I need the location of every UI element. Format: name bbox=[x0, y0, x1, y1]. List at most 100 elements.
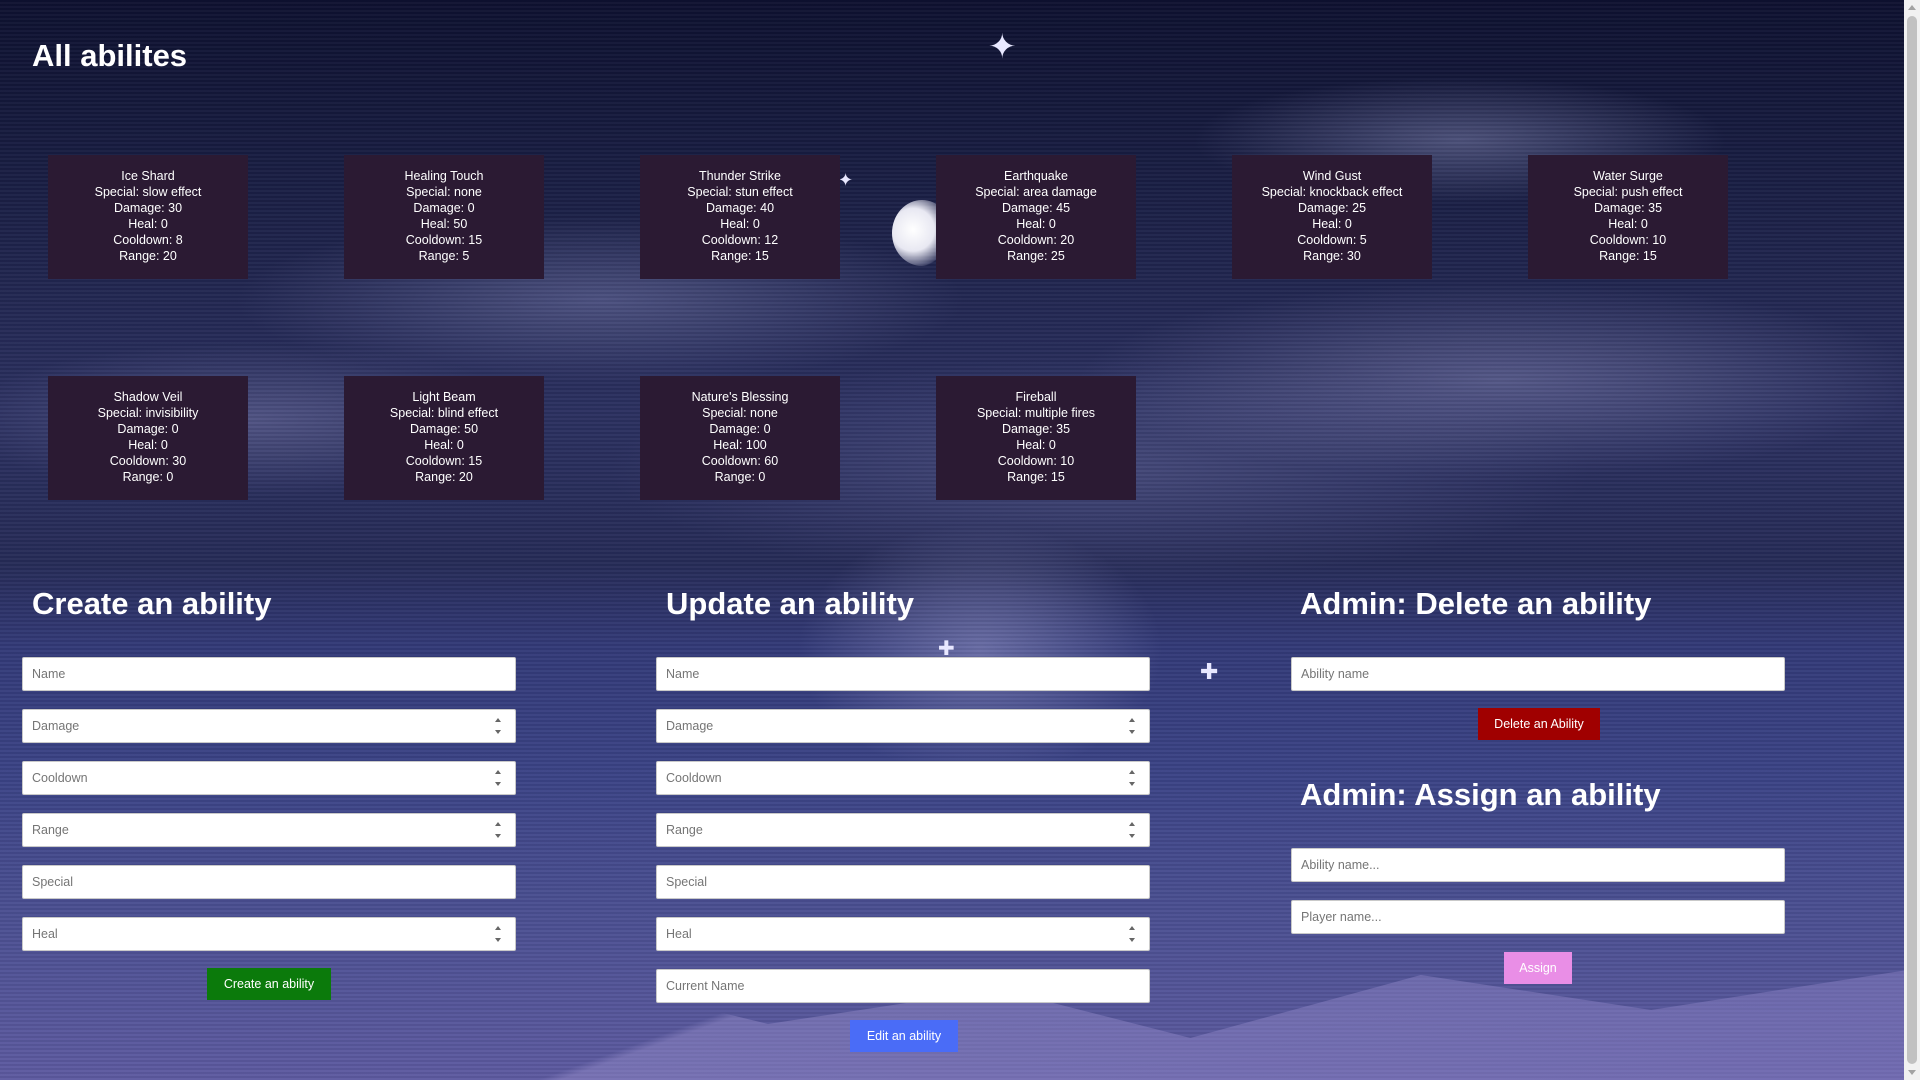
edit-ability-button[interactable]: Edit an ability bbox=[850, 1020, 958, 1052]
update-range-spinner-icon[interactable] bbox=[1127, 822, 1137, 838]
assign-ability-name-input[interactable] bbox=[1291, 848, 1785, 882]
ability-special: Special: none bbox=[406, 185, 482, 199]
ability-card: Earthquake Special: area damage Damage: … bbox=[936, 155, 1136, 279]
star-icon: ✦ bbox=[988, 27, 1017, 67]
ability-cooldown: Cooldown: 60 bbox=[701, 454, 779, 468]
ability-cooldown: Cooldown: 8 bbox=[113, 233, 183, 247]
create-range-spinner-icon[interactable] bbox=[493, 822, 503, 838]
update-special-input[interactable] bbox=[656, 865, 1150, 899]
ability-special: Special: stun effect bbox=[687, 185, 793, 199]
ability-range: Range: 5 bbox=[418, 249, 470, 263]
mountain-silhouette bbox=[0, 968, 1920, 1080]
ability-damage: Damage: 35 bbox=[1593, 201, 1663, 215]
ability-heal: Heal: 0 bbox=[128, 438, 168, 452]
ability-special: Special: area damage bbox=[975, 185, 1097, 199]
ability-damage: Damage: 0 bbox=[117, 422, 179, 436]
ability-damage: Damage: 45 bbox=[1001, 201, 1071, 215]
ability-range: Range: 30 bbox=[1303, 249, 1361, 263]
create-cooldown-input[interactable] bbox=[22, 761, 516, 795]
ability-name: Earthquake bbox=[1004, 169, 1068, 183]
update-cooldown-spinner-icon[interactable] bbox=[1127, 770, 1137, 786]
ability-special: Special: push effect bbox=[1573, 185, 1683, 199]
update-range-input[interactable] bbox=[656, 813, 1150, 847]
ability-cooldown: Cooldown: 15 bbox=[405, 454, 483, 468]
ability-range: Range: 0 bbox=[122, 470, 174, 484]
create-heal-input[interactable] bbox=[22, 917, 516, 951]
update-heal-spinner-icon[interactable] bbox=[1127, 926, 1137, 942]
update-section-title: Update an ability bbox=[666, 586, 915, 621]
create-damage-spinner-icon[interactable] bbox=[493, 718, 503, 734]
create-special-input[interactable] bbox=[22, 865, 516, 899]
ability-heal: Heal: 0 bbox=[1016, 438, 1056, 452]
ability-cooldown: Cooldown: 5 bbox=[1297, 233, 1367, 247]
ability-name: Ice Shard bbox=[121, 169, 175, 183]
ability-name: Healing Touch bbox=[404, 169, 484, 183]
update-cooldown-input[interactable] bbox=[656, 761, 1150, 795]
ability-range: Range: 25 bbox=[1007, 249, 1065, 263]
ability-heal: Heal: 0 bbox=[1016, 217, 1056, 231]
ability-special: Special: slow effect bbox=[94, 185, 202, 199]
ability-special: Special: multiple fires bbox=[976, 406, 1096, 420]
ability-heal: Heal: 0 bbox=[1608, 217, 1648, 231]
ability-damage: Damage: 50 bbox=[409, 422, 479, 436]
ability-name: Nature's Blessing bbox=[691, 390, 789, 404]
ability-heal: Heal: 50 bbox=[420, 217, 468, 231]
create-heal-spinner-icon[interactable] bbox=[493, 926, 503, 942]
create-range-input[interactable] bbox=[22, 813, 516, 847]
create-ability-button[interactable]: Create an ability bbox=[207, 968, 331, 1000]
ability-card: Water Surge Special: push effect Damage:… bbox=[1528, 155, 1728, 279]
assign-section-title: Admin: Assign an ability bbox=[1300, 777, 1661, 812]
scroll-down-icon[interactable] bbox=[1908, 1070, 1916, 1075]
vertical-scrollbar[interactable] bbox=[1904, 0, 1920, 1080]
create-cooldown-spinner-icon[interactable] bbox=[493, 770, 503, 786]
ability-cooldown: Cooldown: 20 bbox=[997, 233, 1075, 247]
delete-ability-name-input[interactable] bbox=[1291, 657, 1785, 691]
ability-heal: Heal: 0 bbox=[1312, 217, 1352, 231]
ability-card: Wind Gust Special: knockback effect Dama… bbox=[1232, 155, 1432, 279]
ability-damage: Damage: 0 bbox=[413, 201, 475, 215]
ability-heal: Heal: 0 bbox=[424, 438, 464, 452]
update-damage-input[interactable] bbox=[656, 709, 1150, 743]
ability-special: Special: blind effect bbox=[389, 406, 499, 420]
update-name-input[interactable] bbox=[656, 657, 1150, 691]
ability-cooldown: Cooldown: 15 bbox=[405, 233, 483, 247]
ability-damage: Damage: 30 bbox=[113, 201, 183, 215]
ability-special: Special: none bbox=[702, 406, 778, 420]
scroll-up-icon[interactable] bbox=[1908, 5, 1916, 10]
assign-player-name-input[interactable] bbox=[1291, 900, 1785, 934]
ability-damage: Damage: 35 bbox=[1001, 422, 1071, 436]
ability-card: Shadow Veil Special: invisibility Damage… bbox=[48, 376, 248, 500]
ability-card: Nature's Blessing Special: none Damage: … bbox=[640, 376, 840, 500]
page-title: All abilites bbox=[32, 38, 188, 73]
update-current-name-input[interactable] bbox=[656, 969, 1150, 1003]
ability-card: Fireball Special: multiple fires Damage:… bbox=[936, 376, 1136, 500]
ability-card: Thunder Strike Special: stun effect Dama… bbox=[640, 155, 840, 279]
ability-special: Special: invisibility bbox=[97, 406, 199, 420]
ability-heal: Heal: 0 bbox=[720, 217, 760, 231]
ability-range: Range: 20 bbox=[119, 249, 177, 263]
ability-range: Range: 15 bbox=[1599, 249, 1657, 263]
delete-section-title: Admin: Delete an ability bbox=[1300, 586, 1652, 621]
assign-button[interactable]: Assign bbox=[1504, 952, 1572, 984]
ability-damage: Damage: 25 bbox=[1297, 201, 1367, 215]
update-damage-spinner-icon[interactable] bbox=[1127, 718, 1137, 734]
delete-ability-button[interactable]: Delete an Ability bbox=[1478, 708, 1600, 740]
create-damage-input[interactable] bbox=[22, 709, 516, 743]
ability-name: Shadow Veil bbox=[113, 390, 183, 404]
update-heal-input[interactable] bbox=[656, 917, 1150, 951]
ability-name: Light Beam bbox=[412, 390, 476, 404]
ability-name: Fireball bbox=[1015, 390, 1057, 404]
star-icon: ✦ bbox=[838, 170, 854, 191]
ability-name: Thunder Strike bbox=[699, 169, 781, 183]
star-icon: ✚ bbox=[938, 636, 955, 660]
scrollbar-thumb[interactable] bbox=[1907, 16, 1917, 1064]
ability-cooldown: Cooldown: 12 bbox=[701, 233, 779, 247]
ability-range: Range: 15 bbox=[1007, 470, 1065, 484]
ability-damage: Damage: 0 bbox=[709, 422, 771, 436]
ability-damage: Damage: 40 bbox=[705, 201, 775, 215]
ability-name: Wind Gust bbox=[1302, 169, 1362, 183]
create-section-title: Create an ability bbox=[32, 586, 272, 621]
create-name-input[interactable] bbox=[22, 657, 516, 691]
ability-heal: Heal: 100 bbox=[713, 438, 767, 452]
ability-range: Range: 20 bbox=[415, 470, 473, 484]
